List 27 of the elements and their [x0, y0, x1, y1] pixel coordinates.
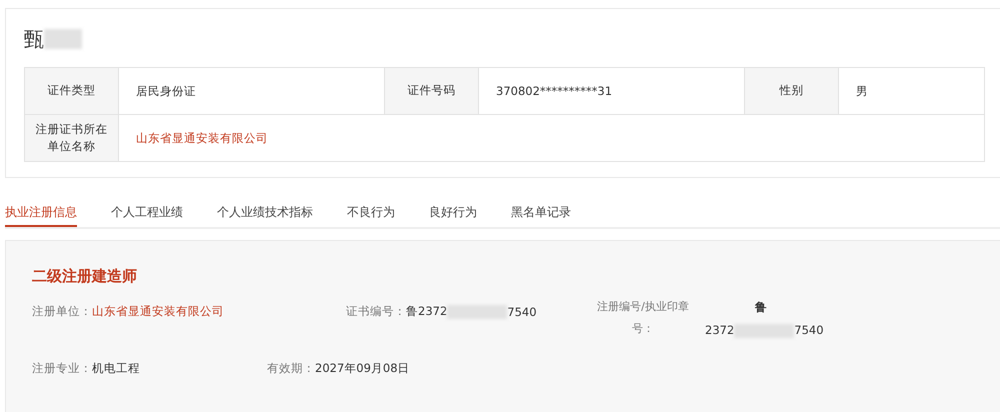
field-label: 有效期： [267, 361, 315, 376]
company-link[interactable]: 山东省显通安装有限公司 [92, 304, 224, 319]
table-cell: 性别 [745, 68, 839, 115]
section-title: 二级注册建造师 [32, 267, 138, 286]
field-value: 鲁2372 [406, 304, 448, 319]
tab[interactable]: 执业注册信息 [5, 200, 77, 227]
table-cell: 证件类型 [25, 68, 119, 115]
field-label: 证书编号： [346, 304, 406, 319]
field-value: 机电工程 [92, 361, 140, 376]
field-value: 2372 [705, 322, 734, 339]
tab[interactable]: 不良行为 [347, 200, 395, 227]
field-value: 7540 [507, 304, 537, 318]
field-value: 7540 [794, 322, 824, 339]
field-label: 注册专业： [32, 361, 92, 376]
tab[interactable]: 良好行为 [429, 200, 477, 227]
table-cell: 注册证书所在单位名称 [25, 115, 119, 162]
field-label: 注册编号/执业印章号： [596, 299, 690, 337]
table-cell: 证件号码 [385, 68, 479, 115]
tab[interactable]: 个人工程业绩 [111, 200, 183, 227]
field-value: 鲁 [755, 299, 767, 316]
tab[interactable]: 黑名单记录 [511, 200, 571, 227]
person-name: 甄 [24, 26, 44, 52]
table-cell: 男 [839, 68, 985, 115]
tab[interactable]: 个人业绩技术指标 [217, 200, 313, 227]
field-value: 2027年09月08日 [315, 361, 410, 376]
field-label: 注册单位： [32, 304, 92, 319]
table-cell: 山东省显通安装有限公司 [119, 115, 985, 162]
